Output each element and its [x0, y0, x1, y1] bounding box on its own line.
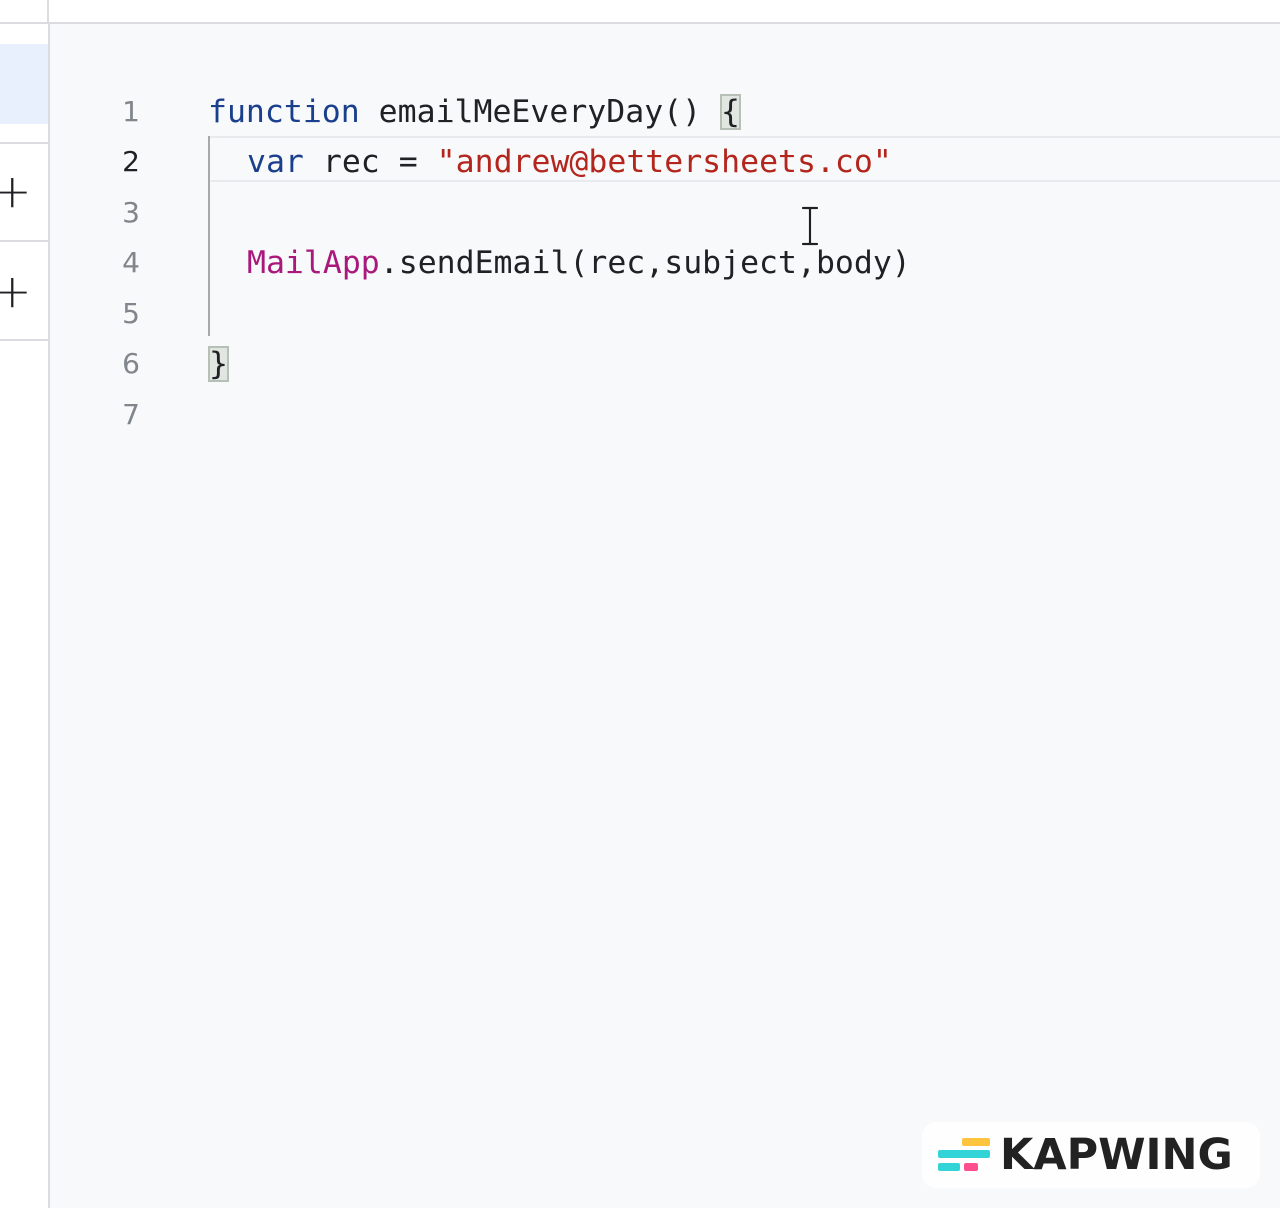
line-number: 6	[122, 347, 140, 380]
toolbar-divider	[47, 0, 49, 22]
kapwing-watermark: KAPWING	[922, 1122, 1260, 1188]
code-text[interactable]: var rec = "andrew@bettersheets.co"	[247, 137, 892, 187]
line-number: 3	[122, 196, 140, 229]
matched-bracket: }	[208, 346, 229, 382]
code-text[interactable]: function emailMeEveryDay() {	[208, 87, 742, 137]
code-token: .sendEmail(rec,subject,body)	[379, 245, 911, 281]
matched-bracket: {	[720, 94, 742, 130]
sidebar-divider	[0, 240, 48, 242]
add-file-button[interactable]: +	[0, 168, 32, 214]
code-text[interactable]: }	[208, 339, 229, 389]
code-token: rec =	[303, 144, 437, 180]
line-number: 7	[122, 398, 140, 431]
sidebar-selected-item[interactable]	[0, 44, 48, 124]
kapwing-wordmark: KAPWING	[1000, 1130, 1233, 1180]
text-cursor-icon	[800, 206, 820, 246]
sidebar-divider	[0, 339, 48, 341]
kapwing-logo-icon	[938, 1138, 990, 1171]
keyword-token: function	[208, 94, 360, 130]
code-line[interactable]: 7	[50, 390, 1280, 440]
line-number: 4	[122, 246, 140, 279]
code-line[interactable]: 6 }	[50, 339, 1280, 389]
code-line[interactable]: 4 MailApp.sendEmail(rec,subject,body)	[50, 238, 1280, 288]
line-number: 5	[122, 297, 140, 330]
code-line[interactable]: 2 var rec = "andrew@bettersheets.co"	[50, 137, 1280, 187]
string-token: "andrew@bettersheets.co"	[436, 144, 892, 180]
code-line[interactable]: 3	[50, 188, 1280, 238]
add-library-button[interactable]: +	[0, 268, 32, 314]
code-line[interactable]: 5	[50, 289, 1280, 339]
class-token: MailApp	[247, 245, 380, 281]
keyword-token: var	[247, 144, 304, 180]
line-number: 1	[122, 95, 140, 128]
top-toolbar	[0, 0, 1280, 24]
code-editor[interactable]: 1 function emailMeEveryDay() { 2 var rec…	[50, 24, 1280, 1208]
code-token: emailMeEveryDay()	[359, 94, 721, 130]
app-window: + + 1 function emailMeEveryDay() { 2 var…	[0, 0, 1280, 1208]
files-sidebar: + +	[0, 24, 50, 1208]
code-line[interactable]: 1 function emailMeEveryDay() {	[50, 87, 1280, 137]
sidebar-divider	[0, 142, 48, 144]
line-number: 2	[122, 145, 140, 178]
